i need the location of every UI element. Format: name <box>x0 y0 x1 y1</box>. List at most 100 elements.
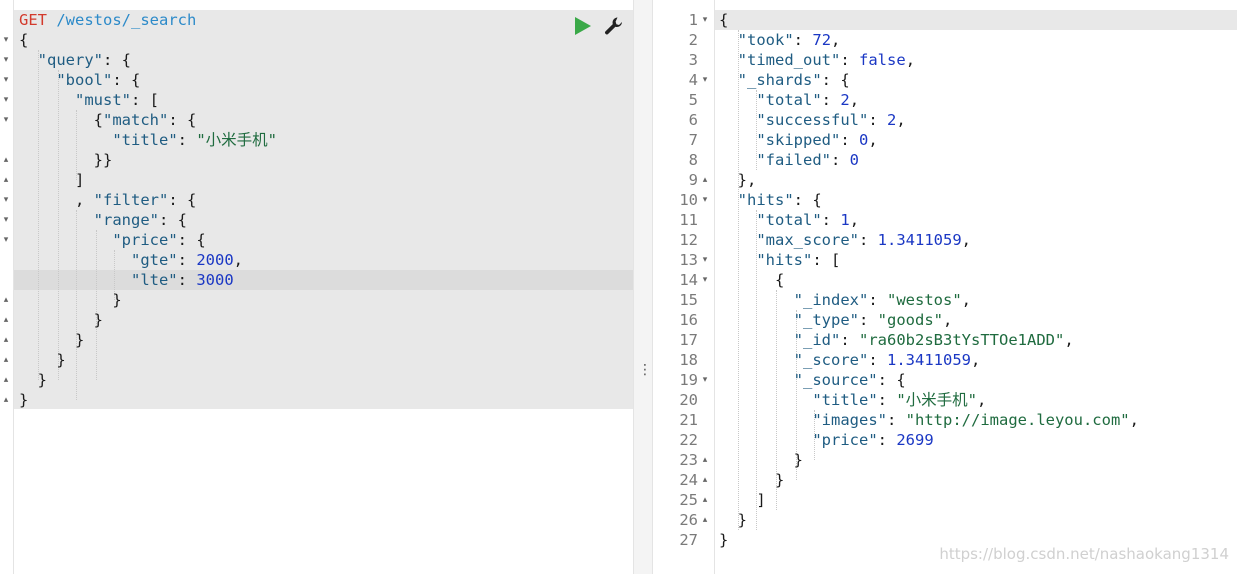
response-line[interactable]: "_index": "westos", <box>719 290 971 310</box>
fold-arrow-icon[interactable]: ▾ <box>1 190 11 210</box>
code-line[interactable]: } <box>19 310 103 330</box>
fold-arrow-icon[interactable]: ▾ <box>1 210 11 230</box>
fold-arrow-icon[interactable]: ▾ <box>1 70 11 90</box>
response-line[interactable]: } <box>719 450 803 470</box>
response-line[interactable]: "price": 2699 <box>719 430 933 450</box>
line-number: 19 <box>679 371 698 389</box>
code-line[interactable]: {"match": { <box>19 110 197 130</box>
response-line[interactable]: "timed_out": false, <box>719 50 915 70</box>
unfold-arrow-icon[interactable]: ▴ <box>1 370 11 390</box>
unfold-arrow-icon[interactable]: ▴ <box>1 150 11 170</box>
wrench-icon <box>605 17 622 35</box>
unfold-arrow-icon[interactable]: ▴ <box>1 390 11 410</box>
line-number: 10 <box>679 191 698 209</box>
response-line[interactable]: "took": 72, <box>719 30 841 50</box>
code-line[interactable]: "price": { <box>19 230 205 250</box>
line-number: 12 <box>679 231 698 249</box>
fold-arrow-icon[interactable]: ▾ <box>700 270 710 290</box>
code-line[interactable]: } <box>19 290 121 310</box>
code-line[interactable]: "title": "小米手机" <box>19 130 277 150</box>
response-line[interactable]: "_source": { <box>719 370 906 390</box>
fold-arrow-icon[interactable]: ▾ <box>1 110 11 130</box>
response-line[interactable]: "hits": [ <box>719 250 840 270</box>
response-line[interactable]: "max_score": 1.3411059, <box>719 230 971 250</box>
line-number: 24 <box>679 471 698 489</box>
fold-arrow-icon[interactable]: ▾ <box>700 10 710 30</box>
code-line[interactable]: ] <box>19 170 84 190</box>
response-line[interactable]: } <box>719 510 747 530</box>
line-number: 2 <box>688 31 698 49</box>
response-line[interactable]: "hits": { <box>719 190 822 210</box>
response-line[interactable]: "total": 2, <box>719 90 859 110</box>
line-number: 13 <box>679 251 698 269</box>
line-number: 26 <box>679 511 698 529</box>
response-line[interactable]: "_shards": { <box>719 70 850 90</box>
request-line[interactable]: GET /westos/_search <box>19 10 196 30</box>
response-line[interactable]: "images": "http://image.leyou.com", <box>719 410 1139 430</box>
response-line[interactable]: } <box>719 530 728 550</box>
response-active-line <box>715 10 1237 30</box>
line-number: 15 <box>679 291 698 309</box>
code-line[interactable]: } <box>19 350 65 370</box>
response-line[interactable]: "total": 1, <box>719 210 859 230</box>
unfold-arrow-icon[interactable]: ▴ <box>1 350 11 370</box>
request-settings-button[interactable] <box>603 15 625 37</box>
line-number: 18 <box>679 351 698 369</box>
fold-arrow-icon[interactable]: ▾ <box>1 230 11 250</box>
line-number: 3 <box>688 51 698 69</box>
response-line[interactable]: { <box>719 10 728 30</box>
code-line[interactable]: , "filter": { <box>19 190 196 210</box>
unfold-arrow-icon[interactable]: ▴ <box>1 170 11 190</box>
response-line[interactable]: }, <box>719 170 757 190</box>
line-number: 11 <box>679 211 698 229</box>
response-line[interactable]: "failed": 0 <box>719 150 859 170</box>
response-line[interactable]: "title": "小米手机", <box>719 390 986 410</box>
code-line[interactable]: { <box>19 30 28 50</box>
fold-arrow-icon[interactable]: ▾ <box>700 370 710 390</box>
code-line[interactable]: "range": { <box>19 210 187 230</box>
unfold-arrow-icon[interactable]: ▴ <box>1 310 11 330</box>
unfold-arrow-icon[interactable]: ▴ <box>1 290 11 310</box>
response-line[interactable]: "_id": "ra60b2sB3tYsTTOe1ADD", <box>719 330 1074 350</box>
fold-arrow-icon[interactable]: ▾ <box>1 90 11 110</box>
http-method: GET <box>19 11 47 29</box>
fold-arrow-icon[interactable]: ▾ <box>1 50 11 70</box>
unfold-arrow-icon[interactable]: ▴ <box>700 470 710 490</box>
line-number: 23 <box>679 451 698 469</box>
code-line[interactable]: "query": { <box>19 50 131 70</box>
fold-arrow-icon[interactable]: ▾ <box>700 250 710 270</box>
fold-arrow-icon[interactable]: ▾ <box>700 190 710 210</box>
response-line[interactable]: ] <box>719 490 765 510</box>
line-number: 8 <box>688 151 698 169</box>
unfold-arrow-icon[interactable]: ▴ <box>1 330 11 350</box>
unfold-arrow-icon[interactable]: ▴ <box>700 450 710 470</box>
unfold-arrow-icon[interactable]: ▴ <box>700 490 710 510</box>
response-line[interactable]: "_score": 1.3411059, <box>719 350 981 370</box>
code-line[interactable]: "gte": 2000, <box>19 250 243 270</box>
line-number: 5 <box>688 91 698 109</box>
run-request-button[interactable] <box>572 15 594 37</box>
unfold-arrow-icon[interactable]: ▴ <box>700 170 710 190</box>
fold-arrow-icon[interactable]: ▾ <box>700 70 710 90</box>
line-number: 17 <box>679 331 698 349</box>
response-line[interactable]: } <box>719 470 784 490</box>
code-line[interactable]: } <box>19 390 28 410</box>
response-line[interactable]: { <box>719 270 784 290</box>
code-line[interactable]: "must": [ <box>19 90 159 110</box>
line-number: 25 <box>679 491 698 509</box>
code-line[interactable]: } <box>19 370 47 390</box>
response-line[interactable]: "successful": 2, <box>719 110 905 130</box>
line-number: 6 <box>688 111 698 129</box>
line-number: 7 <box>688 131 698 149</box>
line-number: 22 <box>679 431 698 449</box>
unfold-arrow-icon[interactable]: ▴ <box>700 510 710 530</box>
fold-arrow-icon[interactable]: ▾ <box>1 30 11 50</box>
code-line[interactable]: "lte": 3000 <box>19 270 234 290</box>
response-line[interactable]: "skipped": 0, <box>719 130 877 150</box>
code-line[interactable]: "bool": { <box>19 70 140 90</box>
divider-handle-icon[interactable]: ⋮ <box>638 362 652 378</box>
response-line[interactable]: "_type": "goods", <box>719 310 953 330</box>
code-line[interactable]: } <box>19 330 84 350</box>
code-line[interactable]: }} <box>19 150 113 170</box>
pane-divider[interactable] <box>633 0 653 574</box>
